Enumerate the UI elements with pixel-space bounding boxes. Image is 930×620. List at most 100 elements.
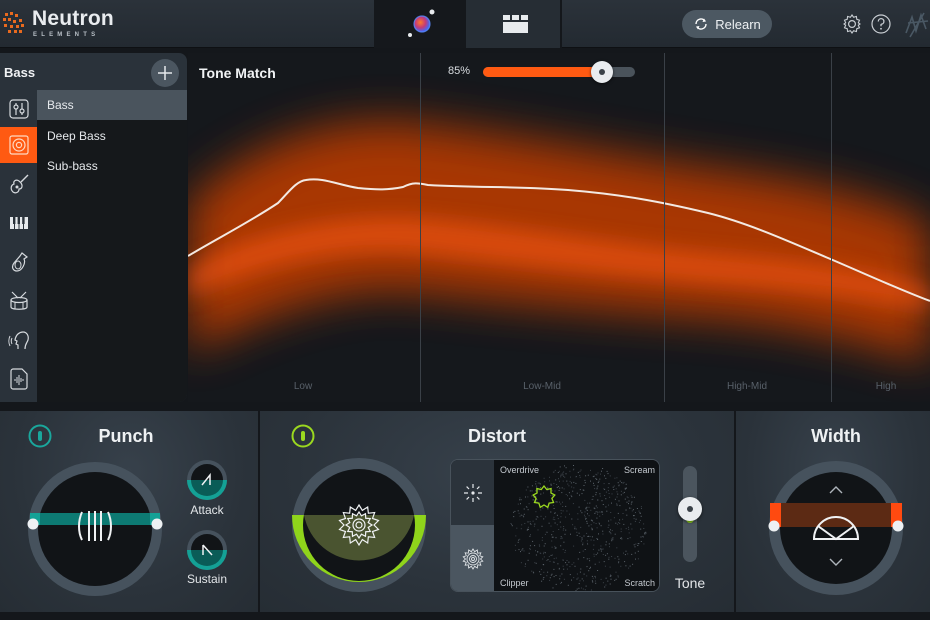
noise-dot xyxy=(513,511,515,513)
noise-dot xyxy=(580,526,582,528)
noise-dot xyxy=(618,561,620,563)
noise-dot xyxy=(609,546,610,548)
distort-power-button[interactable] xyxy=(291,424,315,448)
preset-item-sub-bass[interactable]: Sub-bass xyxy=(37,151,187,181)
punch-handle-right[interactable] xyxy=(151,518,163,530)
noise-dot xyxy=(559,521,561,523)
noise-dot xyxy=(562,501,563,503)
noise-dot xyxy=(630,507,632,509)
noise-dot xyxy=(573,481,575,483)
noise-dot xyxy=(603,561,605,563)
noise-dot xyxy=(609,575,611,577)
category-vocal[interactable] xyxy=(0,322,37,358)
category-guitar[interactable] xyxy=(0,166,37,202)
distort-knob[interactable] xyxy=(290,456,430,596)
noise-dot xyxy=(549,480,550,482)
noise-dot xyxy=(549,577,551,579)
punch-power-button[interactable] xyxy=(28,424,52,448)
noise-dot xyxy=(581,537,583,539)
relearn-button[interactable]: Relearn xyxy=(682,10,772,38)
category-audio-file[interactable] xyxy=(0,361,37,397)
settings-icon[interactable] xyxy=(841,13,863,35)
noise-dot xyxy=(580,587,582,589)
noise-dot xyxy=(583,489,585,491)
noise-dot xyxy=(583,485,585,486)
noise-dot xyxy=(547,571,549,573)
corner-scratch: Scratch xyxy=(624,578,655,588)
noise-dot xyxy=(525,496,526,498)
noise-dot xyxy=(598,561,600,563)
noise-dot xyxy=(599,495,601,497)
add-preset-button[interactable] xyxy=(151,59,179,87)
distort-mode-adaptive[interactable] xyxy=(451,460,494,525)
noise-dot xyxy=(599,478,601,480)
width-handle-right[interactable] xyxy=(892,520,904,532)
noise-dot xyxy=(580,510,581,512)
noise-dot xyxy=(605,554,607,556)
distort-xy-field[interactable]: Overdrive Scream Clipper Scratch xyxy=(494,460,659,592)
noise-dot xyxy=(553,516,555,518)
noise-dot xyxy=(624,498,626,500)
help-icon[interactable] xyxy=(870,13,892,35)
noise-dot xyxy=(592,495,594,497)
noise-dot xyxy=(595,478,597,480)
noise-dot xyxy=(577,558,579,560)
noise-dot xyxy=(586,575,588,577)
category-brass[interactable] xyxy=(0,244,37,280)
sustain-knob[interactable] xyxy=(185,528,229,572)
noise-dot xyxy=(521,524,523,526)
distort-mode-manual[interactable] xyxy=(451,525,494,591)
noise-dot xyxy=(597,511,599,513)
punch-knob[interactable] xyxy=(22,456,172,606)
noise-dot xyxy=(554,545,556,547)
noise-dot xyxy=(626,496,628,498)
tone-slider-thumb[interactable] xyxy=(678,496,702,521)
attack-knob[interactable] xyxy=(185,458,229,502)
noise-dot xyxy=(600,511,602,512)
tone-match-slider-thumb[interactable] xyxy=(590,61,613,83)
preset-item-bass[interactable]: Bass xyxy=(37,90,187,120)
category-bass[interactable] xyxy=(0,127,37,163)
preset-item-deep-bass[interactable]: Deep Bass xyxy=(37,121,187,151)
noise-dot xyxy=(519,497,521,499)
category-keys[interactable] xyxy=(0,205,37,241)
noise-dot xyxy=(520,514,522,516)
tone-match-display[interactable]: Low Low-Mid High-Mid High Tone Match 85% xyxy=(188,53,930,402)
width-knob[interactable] xyxy=(766,458,906,598)
tab-mixer[interactable] xyxy=(466,0,562,48)
noise-dot xyxy=(614,498,616,500)
noise-dot xyxy=(590,469,591,471)
noise-dot xyxy=(605,506,607,508)
tone-slider[interactable] xyxy=(678,466,702,562)
noise-dot xyxy=(565,505,567,507)
noise-dot xyxy=(530,534,531,536)
noise-dot xyxy=(579,571,581,573)
width-handle-left[interactable] xyxy=(768,520,780,532)
noise-dot xyxy=(577,577,579,579)
noise-dot xyxy=(569,470,571,472)
noise-dot xyxy=(608,558,610,560)
noise-dot xyxy=(611,493,613,495)
noise-dot xyxy=(583,591,584,592)
noise-dot xyxy=(583,573,585,575)
izotope-logo-icon[interactable] xyxy=(904,11,930,39)
noise-dot xyxy=(569,498,571,500)
punch-handle-left[interactable] xyxy=(27,518,39,530)
noise-dot xyxy=(562,529,564,531)
category-drums[interactable] xyxy=(0,283,37,319)
xy-puck[interactable] xyxy=(532,485,556,509)
noise-dot xyxy=(569,566,571,568)
noise-dot xyxy=(588,525,590,527)
tone-match-amount-slider[interactable] xyxy=(483,61,635,83)
noise-dot xyxy=(535,550,536,552)
category-custom[interactable] xyxy=(0,91,37,127)
noise-dot xyxy=(605,577,607,579)
noise-dot xyxy=(529,548,531,550)
noise-dot xyxy=(519,499,521,501)
noise-dot xyxy=(608,543,610,545)
tone-label: Tone xyxy=(674,575,706,591)
tab-assistant[interactable] xyxy=(374,0,466,48)
noise-dot xyxy=(559,480,560,482)
noise-dot xyxy=(551,546,553,548)
noise-dot xyxy=(563,528,565,530)
